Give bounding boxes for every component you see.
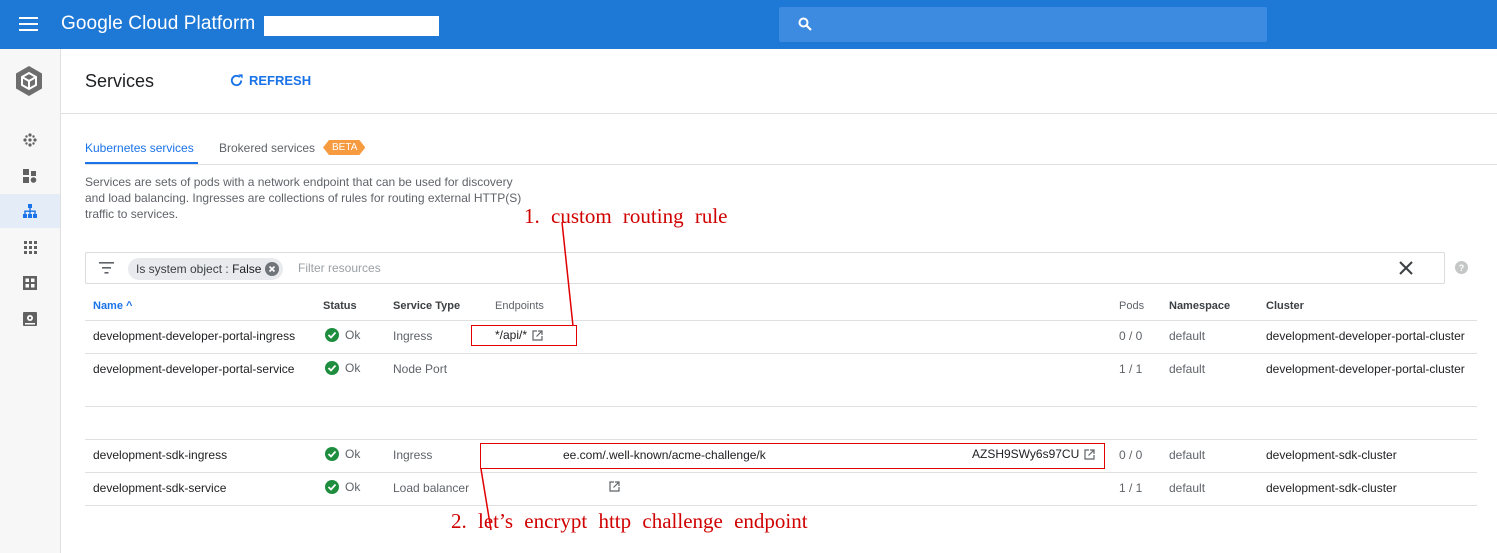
column-header-namespace[interactable]: Namespace [1169, 300, 1230, 312]
tabs-divider [85, 164, 1497, 165]
top-app-bar: Google Cloud Platform [0, 0, 1497, 49]
refresh-label: REFRESH [249, 73, 312, 88]
annotation-label-2: 2. let’s encrypt http challenge endpoint [451, 509, 808, 533]
services-description: Services are sets of pods with a network… [85, 175, 522, 221]
search-bar[interactable] [779, 7, 1267, 42]
table-header-divider [85, 320, 1477, 321]
row-divider [85, 505, 1477, 506]
chip-separator: : [225, 262, 229, 276]
pods-count: 0 / 0 [1119, 329, 1143, 343]
beta-badge: BETA [323, 140, 365, 155]
column-header-endpoints: Endpoints [495, 300, 544, 312]
service-type: Ingress [393, 448, 433, 462]
refresh-icon [230, 74, 243, 87]
refresh-button[interactable]: REFRESH [229, 73, 311, 88]
cluster-link[interactable]: development-developer-portal-cluster [1266, 329, 1465, 343]
namespace: default [1169, 481, 1206, 495]
pods-count: 1 / 1 [1119, 362, 1143, 376]
brand-title[interactable]: Google Cloud Platform [61, 13, 255, 35]
header-divider [61, 113, 1497, 114]
svg-text:?: ? [1459, 263, 1465, 273]
namespace: default [1169, 448, 1206, 462]
status-text: Ok [345, 480, 361, 494]
cluster-link[interactable]: development-sdk-cluster [1266, 481, 1397, 495]
namespace: default [1169, 362, 1206, 376]
pods-count: 0 / 0 [1119, 448, 1143, 462]
status-cell: Ok [325, 480, 360, 494]
status-cell: Ok [325, 361, 360, 375]
kubernetes-engine-icon[interactable] [13, 64, 45, 98]
service-name-link[interactable]: development-sdk-ingress [93, 448, 227, 462]
hamburger-menu-icon[interactable] [19, 17, 38, 31]
service-type: Load balancer [393, 481, 470, 495]
project-selector[interactable] [264, 16, 439, 36]
external-link-icon[interactable] [609, 481, 620, 492]
column-header-name[interactable]: Name ^ [93, 300, 132, 312]
cluster-link[interactable]: development-developer-portal-cluster [1266, 362, 1465, 376]
clear-filter-icon[interactable] [1399, 261, 1413, 275]
service-type: Node Port [393, 362, 448, 376]
workloads-icon[interactable] [0, 159, 60, 193]
row-divider [85, 406, 1477, 407]
services-icon[interactable] [0, 194, 60, 228]
help-icon[interactable]: ? [1455, 261, 1468, 274]
sort-ascending-icon: ^ [126, 300, 133, 312]
pods-count: 1 / 1 [1119, 481, 1143, 495]
service-name-link[interactable]: development-developer-portal-service [93, 362, 294, 376]
filter-input[interactable]: Filter resources [298, 261, 381, 275]
service-name-link[interactable]: development-developer-portal-ingress [93, 329, 295, 343]
applications-icon[interactable] [0, 230, 60, 264]
storage-icon[interactable] [0, 302, 60, 336]
filter-bar[interactable]: Is system object : False Filter resource… [85, 252, 1445, 284]
row-divider [85, 353, 1477, 354]
service-name-link[interactable]: development-sdk-service [93, 481, 226, 495]
column-header-cluster[interactable]: Cluster [1266, 300, 1304, 312]
tab-brokered-services[interactable]: Brokered services [219, 141, 315, 155]
page-title: Services [85, 71, 155, 91]
service-type: Ingress [393, 329, 433, 343]
search-icon [798, 17, 812, 31]
annotation-label-1: 1. custom routing rule [524, 204, 728, 228]
ok-check-icon [325, 328, 339, 342]
left-nav-rail [0, 49, 61, 553]
annotation-box-1 [471, 325, 577, 346]
configuration-icon[interactable] [0, 266, 60, 300]
chip-value: False [232, 262, 262, 276]
chip-key: Is system object [136, 262, 223, 276]
status-text: Ok [345, 328, 361, 342]
cluster-link[interactable]: development-sdk-cluster [1266, 448, 1397, 462]
status-text: Ok [345, 361, 361, 375]
annotation-box-2 [480, 443, 1105, 469]
row-divider [85, 472, 1477, 473]
filter-chip[interactable]: Is system object : False [128, 258, 284, 280]
status-text: Ok [345, 447, 361, 461]
clusters-icon[interactable] [0, 123, 60, 157]
ok-check-icon [325, 447, 339, 461]
status-cell: Ok [325, 447, 360, 461]
namespace: default [1169, 329, 1206, 343]
chip-remove-icon[interactable] [265, 262, 280, 276]
column-header-pods: Pods [1119, 300, 1145, 312]
column-header-status[interactable]: Status [323, 300, 357, 312]
filter-icon[interactable] [99, 262, 114, 274]
tab-kubernetes-services[interactable]: Kubernetes services [85, 141, 194, 155]
status-cell: Ok [325, 328, 360, 342]
row-divider [85, 439, 1477, 440]
column-header-service-type[interactable]: Service Type [393, 300, 460, 312]
ok-check-icon [325, 361, 339, 375]
ok-check-icon [325, 480, 339, 494]
